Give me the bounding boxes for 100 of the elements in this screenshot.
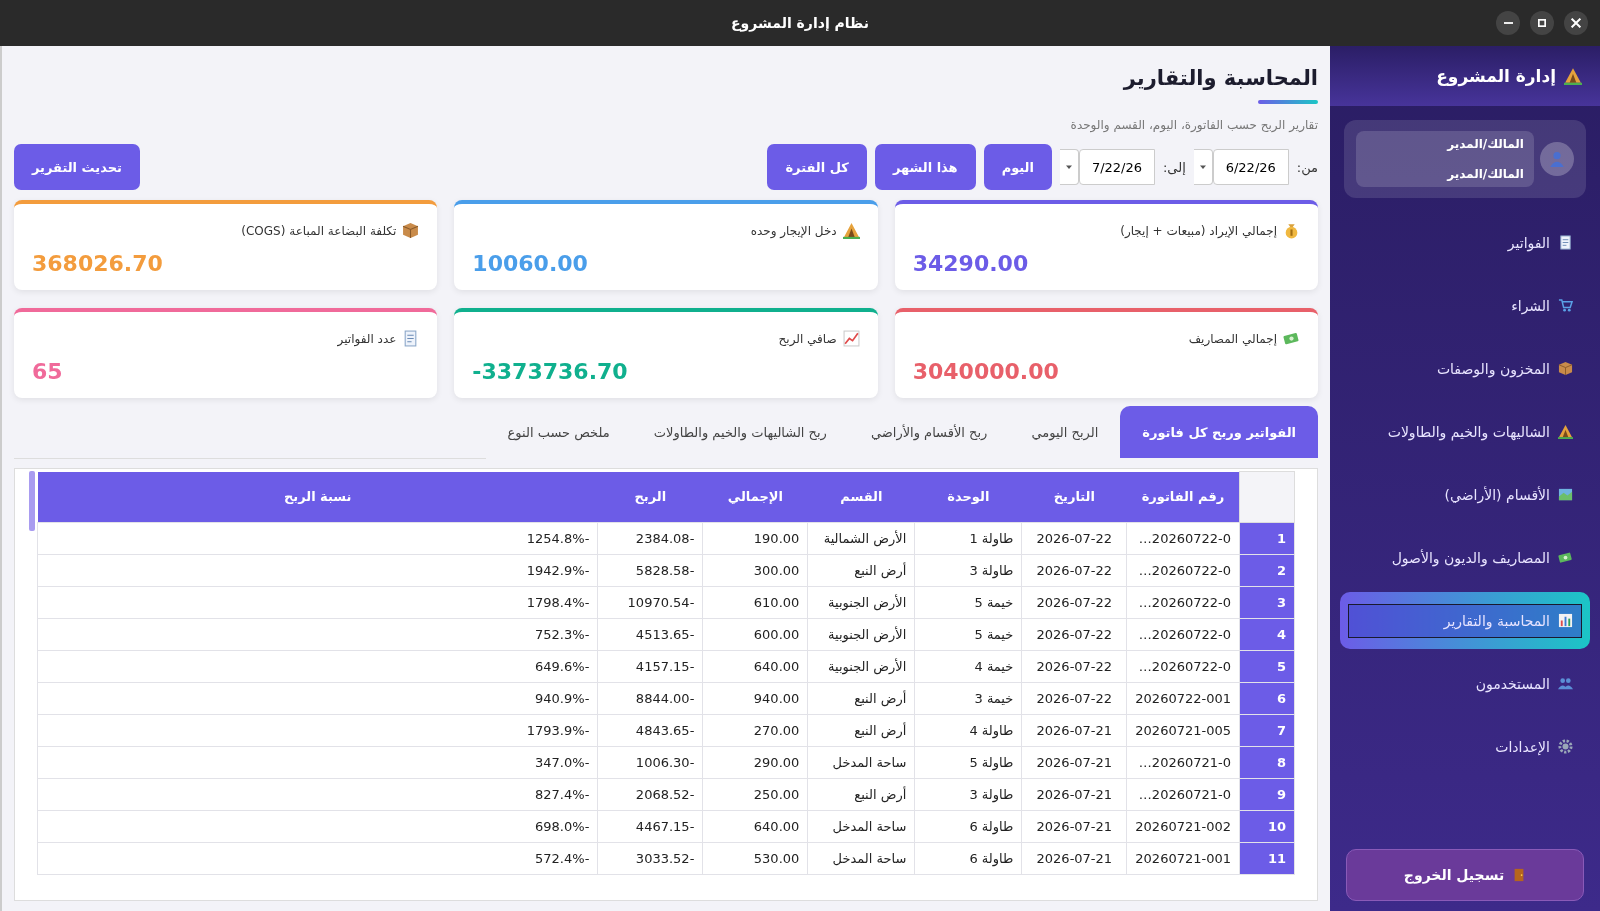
table-cell: 20260722-0… bbox=[1126, 618, 1240, 651]
table-cell: -4843.65 bbox=[597, 714, 703, 747]
table-cell: 20260721-002 bbox=[1126, 810, 1240, 843]
period-button[interactable]: اليوم bbox=[983, 144, 1052, 190]
period-button[interactable]: كل الفترة bbox=[767, 144, 867, 190]
nav-item[interactable]: الفواتير bbox=[1340, 214, 1590, 271]
tab[interactable]: الربح اليومي bbox=[1009, 406, 1121, 458]
line-chart-icon bbox=[842, 330, 860, 347]
cart-icon bbox=[1558, 298, 1573, 313]
nav-item[interactable]: الأقسام (الأراضي) bbox=[1340, 466, 1590, 523]
table-cell: طاولة 5 bbox=[914, 746, 1022, 779]
row-number: 11 bbox=[1239, 842, 1295, 875]
row-number: 3 bbox=[1239, 586, 1295, 619]
date-field[interactable]: 6/22/26 bbox=[1212, 149, 1289, 185]
receipt-icon bbox=[1558, 235, 1573, 250]
table-cell: 20260721-005 bbox=[1126, 714, 1240, 747]
table-cell: ساحة المدخل bbox=[807, 810, 915, 843]
table-cell: خيمة 5 bbox=[914, 618, 1022, 651]
table-cell: 2026-07-21 bbox=[1021, 842, 1127, 875]
box-icon bbox=[1558, 361, 1573, 376]
nav-item[interactable]: الإعدادات bbox=[1340, 718, 1590, 775]
date-field[interactable]: 7/22/26 bbox=[1078, 149, 1155, 185]
table-cell: -752.3% bbox=[37, 618, 598, 651]
table-cell: طاولة 6 bbox=[914, 810, 1022, 843]
bar-chart-icon bbox=[1558, 613, 1573, 628]
tab[interactable]: ملخص حسب النوع bbox=[485, 406, 632, 458]
caret-icon bbox=[1064, 163, 1073, 171]
stat-label: صافي الربح bbox=[778, 331, 837, 346]
table-cell: الأرض الجنوبية bbox=[807, 586, 915, 619]
table-cell: -649.6% bbox=[37, 650, 598, 683]
table-cell: 20260722-0… bbox=[1126, 650, 1240, 683]
nav-item[interactable]: الشاليهات والخيم والطاولات bbox=[1340, 403, 1590, 460]
minimize-button[interactable] bbox=[1496, 11, 1520, 35]
maximize-button[interactable] bbox=[1530, 11, 1554, 35]
nav-item[interactable]: الشراء bbox=[1340, 277, 1590, 334]
table-cell: -10970.54 bbox=[597, 586, 703, 619]
table-cell: الأرض الشمالية bbox=[807, 522, 915, 555]
refresh-button[interactable]: تحديث التقرير bbox=[14, 144, 140, 190]
table-cell: 270.00 bbox=[702, 714, 808, 747]
tab[interactable]: ربح الشاليهات والخيم والطاولات bbox=[631, 406, 849, 458]
users-icon bbox=[1558, 676, 1573, 691]
user-name: المالك/المدير bbox=[1445, 137, 1524, 151]
logout-button[interactable]: تسجيل الخروج bbox=[1346, 849, 1584, 901]
table-cell: -3033.52 bbox=[597, 842, 703, 875]
column-header: القسم bbox=[807, 471, 915, 523]
tab[interactable]: الفواتير وربح كل فاتورة bbox=[1120, 406, 1318, 458]
table-cell: 2026-07-22 bbox=[1021, 618, 1127, 651]
map-icon bbox=[1558, 487, 1573, 502]
column-header: نسبة الربح bbox=[37, 471, 598, 523]
minimize-icon bbox=[1503, 22, 1513, 24]
table-cell: خيمة 4 bbox=[914, 650, 1022, 683]
table-cell: -347.0% bbox=[37, 746, 598, 779]
table-cell: أرض النبع bbox=[807, 554, 915, 587]
table-cell: 20260722-001 bbox=[1126, 682, 1240, 715]
table-cell: الأرض الجنوبية bbox=[807, 618, 915, 651]
stat-label: دخل الإيجار وحده bbox=[750, 223, 837, 238]
row-number: 7 bbox=[1239, 714, 1295, 747]
table-cell: الأرض الجنوبية bbox=[807, 650, 915, 683]
column-header: الإجمالي bbox=[702, 471, 808, 523]
period-button[interactable]: هذا الشهر bbox=[874, 144, 976, 190]
table-cell: 530.00 bbox=[702, 842, 808, 875]
row-number: 2 bbox=[1239, 554, 1295, 587]
table-cell: طاولة 6 bbox=[914, 842, 1022, 875]
table-cell: 290.00 bbox=[702, 746, 808, 779]
nav-item[interactable]: المحاسبة والتقارير bbox=[1340, 592, 1590, 649]
table-cell: ساحة المدخل bbox=[807, 842, 915, 875]
table-cell: 20260722-0… bbox=[1126, 554, 1240, 587]
box-icon bbox=[402, 222, 420, 239]
table-cell: -4157.15 bbox=[597, 650, 703, 683]
row-number: 8 bbox=[1239, 746, 1295, 779]
stat-value: 368026.70 bbox=[32, 251, 163, 276]
nav-item[interactable]: المصاريف والديون والأصول bbox=[1340, 529, 1590, 586]
row-number: 10 bbox=[1239, 810, 1295, 843]
table-cell: -940.9% bbox=[37, 682, 598, 715]
table-cell: 20260722-0… bbox=[1126, 522, 1240, 555]
close-button[interactable] bbox=[1564, 11, 1588, 35]
table-cell: 2026-07-21 bbox=[1021, 746, 1127, 779]
table-cell: 2026-07-22 bbox=[1021, 650, 1127, 683]
nav-item[interactable]: المخزون والوصفات bbox=[1340, 340, 1590, 397]
table-cell: -827.4% bbox=[37, 778, 598, 811]
money-icon bbox=[1558, 550, 1573, 565]
table-cell: طاولة 1 bbox=[914, 522, 1022, 555]
table-cell: 20260721-0… bbox=[1126, 778, 1240, 811]
column-header: الوحدة bbox=[914, 471, 1022, 523]
table-cell: 640.00 bbox=[702, 650, 808, 683]
table-cell: 190.00 bbox=[702, 522, 808, 555]
stat-label: إجمالي المصاريف bbox=[1188, 331, 1277, 346]
row-number: 4 bbox=[1239, 618, 1295, 651]
table-cell: -698.0% bbox=[37, 810, 598, 843]
table-cell: 300.00 bbox=[702, 554, 808, 587]
to-label: إلى: bbox=[1162, 159, 1186, 175]
nav-item[interactable]: المستخدمون bbox=[1340, 655, 1590, 712]
user-role: المالك/المدير bbox=[1445, 167, 1524, 181]
tent-icon bbox=[1558, 424, 1573, 439]
row-number: 6 bbox=[1239, 682, 1295, 715]
table-cell: أرض النبع bbox=[807, 714, 915, 747]
scrollbar[interactable] bbox=[29, 471, 35, 531]
caret-icon bbox=[1198, 163, 1207, 171]
tab[interactable]: ربح الأقسام والأراضي bbox=[848, 406, 1010, 458]
stat-label: عدد الفواتير bbox=[337, 331, 397, 346]
